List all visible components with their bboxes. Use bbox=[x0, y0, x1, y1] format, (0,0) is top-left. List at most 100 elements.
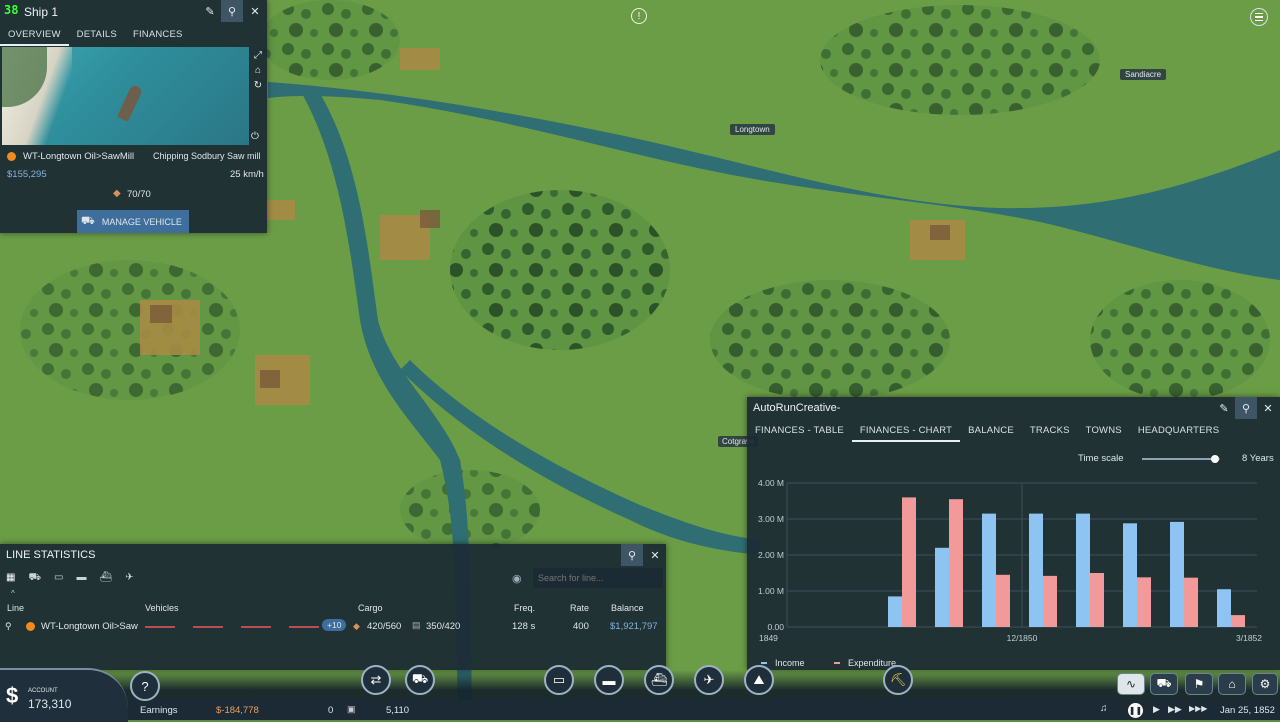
menu-icon[interactable] bbox=[1250, 8, 1268, 26]
plane-icon[interactable]: ✈ bbox=[125, 572, 133, 585]
ship-icon[interactable]: ⛴ bbox=[100, 572, 113, 585]
finance-chart-icon[interactable]: ∿ bbox=[1117, 673, 1145, 695]
lines-icon[interactable]: ⚑ bbox=[1185, 673, 1213, 695]
income-bar bbox=[1123, 523, 1137, 627]
vehicle-speed: 25 km/h bbox=[230, 169, 264, 180]
close-icon[interactable]: ✕ bbox=[244, 0, 266, 22]
help-button[interactable]: ? bbox=[130, 671, 160, 701]
expenditure-bar bbox=[1137, 577, 1151, 627]
company-window: AutoRunCreative- ✎ ⚲ ✕ FINANCES - TABLE … bbox=[747, 397, 1280, 670]
all-modes-icon[interactable]: ▦ bbox=[6, 572, 15, 585]
vehicle-preview[interactable] bbox=[2, 47, 249, 145]
town-label-longtown[interactable]: Longtown bbox=[730, 124, 775, 135]
line-balance: $1,921,797 bbox=[610, 621, 658, 632]
alert-icon[interactable]: ! bbox=[631, 8, 647, 24]
tab-finances-chart[interactable]: FINANCES - CHART bbox=[851, 422, 961, 442]
reverse-icon[interactable]: ↻ bbox=[254, 80, 262, 91]
pin-icon[interactable]: ⚲ bbox=[1235, 397, 1257, 419]
time-scale-knob[interactable] bbox=[1211, 455, 1220, 463]
train-depot-icon[interactable]: ▬ bbox=[594, 665, 624, 695]
header-balance[interactable]: Balance bbox=[611, 603, 644, 613]
pin-icon[interactable]: ⚲ bbox=[621, 544, 643, 566]
ship-image bbox=[116, 84, 144, 122]
expand-icon[interactable]: ⤢ bbox=[254, 50, 262, 61]
income-bar bbox=[888, 596, 902, 627]
header-line[interactable]: Line bbox=[7, 603, 24, 613]
count-2: 5,110 bbox=[386, 705, 410, 716]
vehicles-list-icon[interactable]: ⛟ bbox=[1150, 673, 1178, 695]
table-row[interactable]: ⚲ WT-Longtown Oil>Saw +10 ◆ 420/560 ▤ 35… bbox=[0, 616, 666, 636]
tab-details[interactable]: DETAILS bbox=[69, 26, 125, 44]
count-1: 0 bbox=[328, 705, 334, 716]
expenditure-bar bbox=[1043, 575, 1057, 627]
tab-tracks[interactable]: TRACKS bbox=[1022, 422, 1078, 440]
industries-icon[interactable]: ⚙ bbox=[1252, 673, 1278, 695]
time-scale-slider[interactable] bbox=[1142, 455, 1220, 463]
bulldozer-icon[interactable]: ⛏ bbox=[883, 665, 913, 695]
manage-vehicle-button[interactable]: ⛟ MANAGE VEHICLE bbox=[77, 210, 189, 233]
tab-overview[interactable]: OVERVIEW bbox=[0, 26, 69, 46]
close-icon[interactable]: ✕ bbox=[1257, 397, 1279, 419]
visibility-eye-icon[interactable]: ◉ bbox=[512, 572, 522, 585]
time-scale-value: 8 Years bbox=[1242, 453, 1274, 464]
line-name: WT-Longtown Oil>Saw bbox=[41, 621, 138, 632]
tab-balance[interactable]: BALANCE bbox=[960, 422, 1022, 440]
account-label: ACCOUNT bbox=[28, 688, 58, 694]
bus-depot-icon[interactable]: ▭ bbox=[544, 665, 574, 695]
rename-pencil-icon[interactable]: ✎ bbox=[199, 0, 221, 22]
terrain-icon[interactable]: ⛰ bbox=[744, 665, 774, 695]
y-tick-label: 4.00 M bbox=[758, 478, 784, 488]
pause-icon[interactable]: ❚❚ bbox=[1128, 703, 1143, 718]
search-line-input[interactable] bbox=[533, 568, 663, 588]
town-label-sandiacre[interactable]: Sandiacre bbox=[1120, 69, 1167, 80]
fps-counter: 38 bbox=[4, 3, 19, 17]
pin-icon[interactable]: ⚲ bbox=[221, 0, 243, 22]
music-icon[interactable]: ♫ bbox=[1100, 703, 1108, 714]
header-rate[interactable]: Rate bbox=[570, 603, 589, 613]
time-scale-fill bbox=[1142, 458, 1216, 460]
vehicle-line-name[interactable]: WT-Longtown Oil>SawMill bbox=[23, 151, 134, 162]
y-tick-label: 3.00 M bbox=[758, 514, 784, 524]
header-vehicles[interactable]: Vehicles bbox=[145, 603, 179, 613]
airport-icon[interactable]: ✈ bbox=[694, 665, 724, 695]
header-freq[interactable]: Freq. bbox=[514, 603, 535, 613]
line-rate: 400 bbox=[573, 621, 589, 632]
depot-icon[interactable]: ⌂ bbox=[255, 65, 261, 76]
harbor-icon[interactable]: ⛴ bbox=[644, 665, 674, 695]
play-icon[interactable]: ▶ bbox=[1153, 704, 1160, 715]
tab-finances[interactable]: FINANCES bbox=[125, 26, 191, 44]
income-bar bbox=[1217, 589, 1231, 627]
towns-icon[interactable]: ⌂ bbox=[1218, 673, 1246, 695]
header-cargo[interactable]: Cargo bbox=[358, 603, 383, 613]
extra-vehicles-badge[interactable]: +10 bbox=[322, 619, 347, 631]
bus-icon[interactable]: ⛟ bbox=[28, 572, 41, 585]
route-shuffle-icon[interactable]: ⇄ bbox=[361, 665, 391, 695]
cargo-amount-2: 350/420 bbox=[426, 621, 461, 632]
fast-forward-icon[interactable]: ▶▶ bbox=[1168, 704, 1182, 715]
line-statistics-title: LINE STATISTICS bbox=[6, 549, 96, 561]
expenditure-bar bbox=[1231, 615, 1245, 627]
fastest-forward-icon[interactable]: ▶▶▶ bbox=[1189, 704, 1207, 713]
y-tick-label: 0.00 bbox=[767, 622, 784, 632]
vehicle-profit: $155,295 bbox=[7, 169, 47, 180]
train-icon[interactable]: ▬ bbox=[77, 572, 87, 585]
vehicle-status: Chipping Sodbury Saw mill bbox=[153, 151, 261, 161]
location-pin-icon[interactable]: ⚲ bbox=[5, 621, 12, 632]
expenditure-bar bbox=[1090, 573, 1104, 627]
tab-towns[interactable]: TOWNS bbox=[1078, 422, 1130, 440]
sort-chevron-icon[interactable]: ^ bbox=[11, 589, 15, 598]
power-icon[interactable]: ⏻ bbox=[251, 131, 259, 142]
close-icon[interactable]: ✕ bbox=[644, 544, 666, 566]
earnings-label: Earnings bbox=[140, 705, 178, 716]
account-panel[interactable] bbox=[0, 668, 128, 722]
vehicle-title: Ship 1 bbox=[24, 5, 59, 19]
rename-pencil-icon[interactable]: ✎ bbox=[1213, 397, 1235, 419]
side-toolbar: ⤢ ⌂ ↻ bbox=[250, 50, 266, 91]
tab-finances-table[interactable]: FINANCES - TABLE bbox=[747, 422, 852, 440]
line-frequency: 128 s bbox=[512, 621, 536, 632]
tram-icon[interactable]: ▭ bbox=[54, 572, 63, 585]
vehicle-icon: ⛟ bbox=[81, 214, 95, 227]
tab-headquarters[interactable]: HEADQUARTERS bbox=[1130, 422, 1227, 440]
road-vehicle-icon[interactable]: ⛟ bbox=[405, 665, 435, 695]
income-bar bbox=[1029, 513, 1043, 627]
